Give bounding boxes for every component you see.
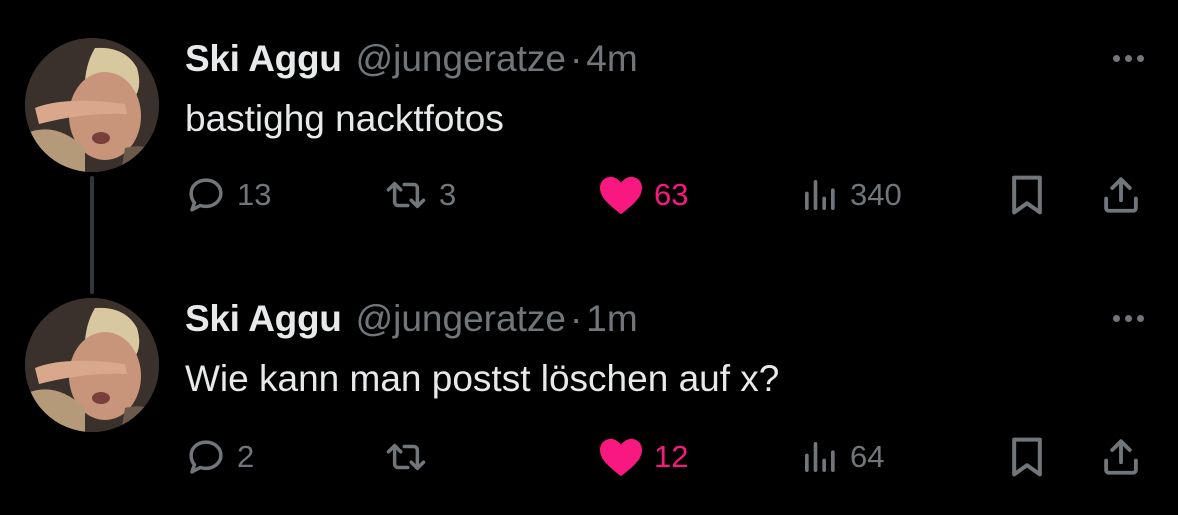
bookmark-button[interactable]	[1008, 432, 1046, 482]
author-handle[interactable]: @jungeratze	[356, 298, 566, 340]
views-button[interactable]: 340	[800, 170, 902, 220]
views-icon	[805, 442, 835, 472]
view-count: 64	[850, 439, 885, 474]
share-button[interactable]	[1100, 170, 1142, 220]
view-count: 340	[850, 177, 902, 212]
reply-icon	[189, 440, 223, 474]
share-icon	[1104, 177, 1138, 213]
timestamp[interactable]: 1m	[586, 298, 637, 340]
avatar-photo	[25, 38, 159, 172]
retweet-count: 3	[439, 177, 457, 212]
heart-icon	[600, 176, 642, 215]
views-button[interactable]: 64	[800, 432, 884, 482]
avatar-photo	[25, 298, 159, 432]
separator-dot: ·	[569, 38, 583, 79]
heart-icon	[600, 438, 642, 477]
author-name[interactable]: Ski Aggu	[185, 298, 342, 340]
avatar[interactable]	[25, 38, 159, 172]
reply-count: 13	[237, 177, 272, 212]
bookmark-button[interactable]	[1008, 170, 1046, 220]
bookmark-icon	[1012, 437, 1042, 477]
retweet-icon	[386, 181, 426, 209]
like-count: 63	[654, 177, 689, 212]
retweet-icon	[386, 443, 426, 471]
tweet[interactable]: Ski Aggu @jungeratze · 1m Wie kann man p…	[0, 258, 1178, 488]
action-bar: 13 3 63 340	[185, 170, 1155, 220]
reply-button[interactable]: 2	[185, 432, 254, 482]
reply-icon	[189, 178, 223, 212]
like-button[interactable]: 12	[598, 432, 688, 482]
like-count: 12	[654, 439, 689, 474]
share-icon	[1104, 439, 1138, 475]
tweet-text: bastighg nacktfotos	[185, 98, 504, 139]
author-name[interactable]: Ski Aggu	[185, 38, 342, 80]
avatar[interactable]	[25, 298, 159, 432]
retweet-button[interactable]	[383, 432, 439, 482]
tweet-header: Ski Aggu @jungeratze · 4m	[185, 38, 638, 82]
timestamp[interactable]: 4m	[586, 38, 637, 80]
tweet[interactable]: Ski Aggu @jungeratze · 4m bastighg nackt…	[0, 0, 1178, 230]
views-icon	[805, 180, 835, 210]
separator-dot: ·	[569, 298, 583, 339]
author-handle[interactable]: @jungeratze	[356, 38, 566, 80]
thread: Ski Aggu @jungeratze · 4m bastighg nackt…	[0, 0, 1178, 515]
bookmark-icon	[1012, 175, 1042, 215]
share-button[interactable]	[1100, 432, 1142, 482]
reply-button[interactable]: 13	[185, 170, 271, 220]
more-icon[interactable]	[1108, 308, 1148, 328]
reply-count: 2	[237, 439, 255, 474]
retweet-button[interactable]: 3	[383, 170, 456, 220]
more-icon[interactable]	[1108, 48, 1148, 68]
tweet-header: Ski Aggu @jungeratze · 1m	[185, 298, 638, 342]
like-button[interactable]: 63	[598, 170, 688, 220]
action-bar: 2 12 64	[185, 432, 1155, 482]
tweet-text: Wie kann man postst löschen auf x?	[185, 358, 780, 399]
